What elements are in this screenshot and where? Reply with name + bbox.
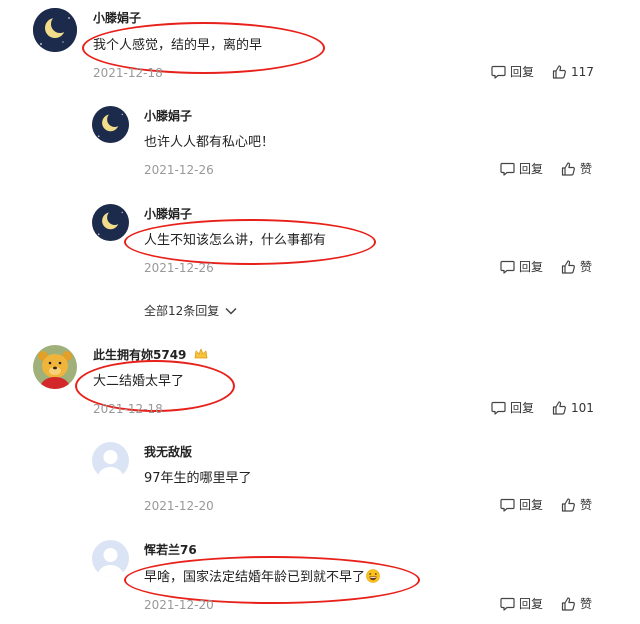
comment-date: 2021-12-18: [93, 402, 163, 416]
crown-icon: [194, 348, 207, 359]
comment-bubble-icon: [500, 260, 515, 274]
comment-bubble-icon: [491, 65, 506, 79]
chevron-down-icon: [225, 307, 237, 315]
thumbs-up-icon: [561, 498, 575, 512]
comment-item: 此生拥有妳5749 大二结婚太早了 2021-12-18 回复 101 我无敌版…: [0, 335, 640, 624]
comment-bubble-icon: [500, 498, 515, 512]
username[interactable]: 小滕娟子: [144, 207, 192, 221]
user-avatar[interactable]: [92, 204, 129, 241]
comment-bubble-icon: [491, 401, 506, 415]
laughing-emoji-icon: [366, 569, 380, 583]
reply-button[interactable]: 回复: [500, 260, 543, 274]
comment-bubble-icon: [500, 162, 515, 176]
like-label: 赞: [580, 260, 593, 274]
comment-item: 小滕娟子 我个人感觉，结的早，离的早 2021-12-18 回复 117 小滕娟…: [0, 0, 640, 325]
username[interactable]: 此生拥有妳5749: [93, 348, 208, 362]
user-avatar[interactable]: [92, 106, 129, 143]
crescent-moon-icon: [92, 106, 129, 143]
comment-text-content: 早啥，国家法定结婚年龄已到就不早了: [144, 570, 366, 585]
show-all-replies-button[interactable]: 全部12条回复: [144, 304, 237, 318]
reply-button[interactable]: 回复: [500, 498, 543, 512]
comment-text: 也许人人都有私心吧！: [144, 135, 275, 150]
comment-date: 2021-12-20: [144, 499, 214, 513]
like-button[interactable]: 赞: [561, 162, 592, 176]
user-avatar[interactable]: [33, 8, 77, 52]
like-button[interactable]: 赞: [561, 597, 592, 611]
username[interactable]: 我无敌版: [144, 445, 192, 459]
reply-button[interactable]: 回复: [491, 401, 534, 415]
thumbs-up-icon: [552, 401, 566, 415]
comment-bubble-icon: [500, 597, 515, 611]
reply-button[interactable]: 回复: [500, 162, 543, 176]
username-text: 此生拥有妳5749: [93, 348, 187, 362]
user-avatar[interactable]: [92, 540, 129, 577]
comment-text: 97年生的哪里早了: [144, 471, 252, 486]
reply-label: 回复: [510, 401, 535, 415]
like-button[interactable]: 117: [552, 65, 594, 79]
username[interactable]: 小滕娟子: [93, 11, 141, 25]
default-user-icon: [92, 540, 129, 577]
reply-button[interactable]: 回复: [500, 597, 543, 611]
comment-date: 2021-12-20: [144, 598, 214, 612]
user-avatar[interactable]: [92, 442, 129, 479]
username[interactable]: 恽若兰76: [144, 543, 197, 557]
comment-date: 2021-12-18: [93, 66, 163, 80]
user-avatar[interactable]: [33, 345, 77, 389]
reply-button[interactable]: 回复: [491, 65, 534, 79]
crescent-moon-icon: [92, 204, 129, 241]
like-button[interactable]: 101: [552, 401, 594, 415]
thumbs-up-icon: [561, 260, 575, 274]
reply-label: 回复: [510, 65, 535, 79]
username[interactable]: 小滕娟子: [144, 109, 192, 123]
reply-label: 回复: [519, 260, 544, 274]
like-button[interactable]: 赞: [561, 260, 592, 274]
thumbs-up-icon: [561, 162, 575, 176]
comment-text: 早啥，国家法定结婚年龄已到就不早了: [144, 569, 380, 586]
comment-text: 大二结婚太早了: [93, 374, 185, 389]
thumbs-up-icon: [561, 597, 575, 611]
thumbs-up-icon: [552, 65, 566, 79]
like-label: 赞: [580, 162, 593, 176]
reply-label: 回复: [519, 162, 544, 176]
show-all-replies-label: 全部12条回复: [144, 304, 220, 318]
crescent-moon-icon: [33, 8, 77, 52]
comment-date: 2021-12-26: [144, 163, 214, 177]
winnie-the-pooh-icon: [33, 345, 77, 389]
reply-label: 回复: [519, 597, 544, 611]
comment-text: 人生不知该怎么讲，什么事都有: [144, 233, 327, 248]
like-label: 赞: [580, 597, 593, 611]
like-count: 117: [571, 65, 594, 79]
comment-date: 2021-12-26: [144, 261, 214, 275]
default-user-icon: [92, 442, 129, 479]
like-count: 101: [571, 401, 594, 415]
comment-text: 我个人感觉，结的早，离的早: [93, 38, 263, 53]
reply-label: 回复: [519, 498, 544, 512]
like-label: 赞: [580, 498, 593, 512]
like-button[interactable]: 赞: [561, 498, 592, 512]
